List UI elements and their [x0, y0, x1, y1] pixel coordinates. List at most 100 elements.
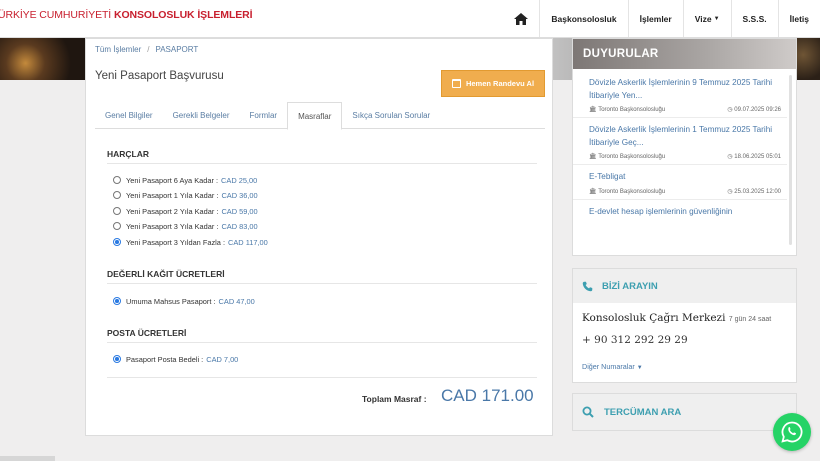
other-numbers-dropdown[interactable]: Diğer Numaralar ▼ [582, 362, 643, 371]
brand-title: KONSOLOSLUK İŞLEMLERİ [113, 9, 253, 21]
announcement-item[interactable]: Dövizle Askerlik İşlemlerinin 1 Temmuz 2… [573, 118, 787, 165]
fee-option-6-months[interactable]: Yeni Pasaport 6 Aya Kadar : CAD 25,00 [113, 174, 257, 186]
fee-option-2-years[interactable]: Yeni Pasaport 2 Yıla Kadar : CAD 59,00 [113, 205, 258, 217]
nav-islemler[interactable]: İşlemler [627, 0, 683, 37]
phone-icon [582, 281, 593, 291]
call-us-heading: BİZİ ARAYIN [573, 269, 796, 303]
announcement-date: 09.07.2025 09:26 [734, 107, 781, 113]
nav-label: İşlemler [639, 13, 672, 24]
announcement-title[interactable]: Dövizle Askerlik İşlemlerinin 1 Temmuz 2… [589, 124, 781, 149]
announcements-panel: DUYURULAR Dövizle Askerlik İşlemlerinin … [572, 38, 797, 256]
announcement-item[interactable]: Dövizle Askerlik İşlemlerinin 9 Temmuz 2… [573, 71, 787, 118]
whatsapp-button[interactable] [773, 413, 811, 451]
fee-price: CAD 83,00 [221, 221, 258, 231]
top-navbar: ÜRKİYE CUMHURİYETİ KONSOLOSLUK İŞLEMLERİ… [0, 0, 820, 38]
breadcrumb-separator: / [147, 45, 150, 54]
search-icon [582, 406, 594, 418]
fee-label: Yeni Pasaport 1 Yıla Kadar : [126, 190, 219, 200]
nav-vize-dropdown[interactable]: Vize ▼ [682, 0, 731, 37]
site-brand[interactable]: ÜRKİYE CUMHURİYETİ KONSOLOSLUK İŞLEMLERİ [0, 9, 253, 21]
fee-price: CAD 7,00 [206, 354, 239, 364]
whatsapp-icon [781, 421, 803, 443]
main-nav: Başkonsolosluk İşlemler Vize ▼ S.S.S. İle… [503, 0, 820, 37]
radio-button[interactable] [113, 207, 121, 215]
clock-icon: ◷ 25.03.2025 12:00 [727, 188, 781, 195]
bottom-tab-edge [0, 456, 55, 461]
announcement-title[interactable]: E-devlet hesap işlemlerinin güvenliğinin [589, 206, 781, 219]
tab-fees[interactable]: Masraflar [287, 102, 343, 130]
appointment-button-label: Hemen Randevu Al [465, 79, 535, 88]
announcement-source: Toronto Başkonsolosluğu [598, 188, 666, 195]
hero-image-left [0, 38, 85, 80]
nav-label: S.S.S. [742, 13, 767, 24]
breadcrumb-all-transactions[interactable]: Tüm İşlemler [95, 45, 141, 54]
announcement-source: Toronto Başkonsolosluğu [598, 154, 666, 160]
tab-general-info[interactable]: Genel Bilgiler [95, 102, 163, 129]
fee-price: CAD 117,00 [228, 237, 268, 247]
section-heading-postal-fees: POSTA ÜCRETLERİ [107, 328, 187, 338]
announcement-date: 25.03.2025 12:00 [734, 188, 781, 195]
find-translator-label: TERCÜMAN ARA [604, 406, 682, 418]
building-icon: 🏛 Toronto Başkonsolosluğu [589, 107, 666, 113]
announcement-date: 18.06.2025 05:01 [734, 154, 781, 160]
tab-bar: Genel Bilgiler Gerekli Belgeler Formlar … [95, 102, 545, 130]
announcement-item[interactable]: E-Tebligat 🏛 Toronto Başkonsolosluğu ◷ 2… [573, 165, 787, 200]
announcements-scrollbar[interactable] [789, 75, 792, 245]
fee-label: Pasaport Posta Bedeli : [126, 354, 204, 364]
total-fee-value: CAD 171.00 [441, 386, 534, 405]
announcement-source: Toronto Başkonsolosluğu [598, 107, 666, 113]
call-center-hours: 7 gün 24 saat [728, 316, 772, 323]
nav-home[interactable] [503, 0, 539, 37]
breadcrumb-passport[interactable]: PASAPORT [155, 45, 198, 54]
clock-icon: ◷ 09.07.2025 09:26 [727, 107, 781, 113]
total-fee-label: Toplam Masraf : [362, 394, 427, 404]
radio-button-selected[interactable] [113, 238, 121, 246]
building-icon: 🏛 Toronto Başkonsolosluğu [589, 188, 666, 195]
tab-forms[interactable]: Formlar [240, 102, 288, 129]
nav-sss[interactable]: S.S.S. [730, 0, 778, 37]
nav-label: Vize [694, 13, 712, 24]
announcements-heading: DUYURULAR [573, 39, 796, 69]
fee-option-general-passport[interactable]: Umuma Mahsus Pasaport : CAD 47,00 [113, 295, 255, 307]
page-title: Yeni Pasaport Başvurusu [95, 70, 224, 82]
other-numbers-label: Diğer Numaralar [582, 362, 635, 371]
fee-label: Yeni Pasaport 3 Yıla Kadar : [126, 221, 219, 231]
fee-label: Yeni Pasaport 3 Yıldan Fazla : [126, 237, 226, 247]
nav-label: İletiş [789, 13, 809, 24]
announcement-title[interactable]: Dövizle Askerlik İşlemlerinin 9 Temmuz 2… [589, 77, 781, 102]
tab-required-documents[interactable]: Gerekli Belgeler [163, 102, 240, 129]
radio-button[interactable] [113, 222, 121, 230]
fee-option-postal[interactable]: Pasaport Posta Bedeli : CAD 7,00 [113, 353, 238, 365]
section-divider [107, 283, 537, 284]
building-icon: 🏛 Toronto Başkonsolosluğu [589, 154, 666, 160]
radio-button[interactable] [113, 191, 121, 199]
tab-faq[interactable]: Sıkça Sorulan Sorular [342, 102, 440, 129]
appointment-button[interactable]: Hemen Randevu Al [441, 70, 545, 97]
call-center-phone[interactable]: + 90 312 292 29 29 [582, 334, 688, 346]
fee-label: Yeni Pasaport 2 Yıla Kadar : [126, 206, 219, 216]
section-divider [107, 163, 537, 164]
fee-price: CAD 47,00 [218, 296, 255, 306]
call-us-title: BİZİ ARAYIN [602, 280, 658, 292]
caret-down-icon: ▼ [713, 15, 720, 22]
breadcrumb: Tüm İşlemler / PASAPORT [95, 45, 198, 54]
clock-icon: ◷ 18.06.2025 05:01 [727, 154, 781, 160]
fee-option-over-3-years[interactable]: Yeni Pasaport 3 Yıldan Fazla : CAD 117,0… [113, 236, 268, 248]
fee-label: Yeni Pasaport 6 Aya Kadar : [126, 175, 219, 185]
announcement-meta: 🏛 Toronto Başkonsolosluğu ◷ 09.07.2025 0… [589, 106, 781, 113]
nav-baskonsolosluk[interactable]: Başkonsolosluk [539, 0, 627, 37]
radio-button-selected[interactable] [113, 355, 121, 363]
call-us-panel: BİZİ ARAYIN Konsolosluk Çağrı Merkezi 7 … [572, 268, 797, 383]
find-translator-button[interactable]: TERCÜMAN ARA [572, 393, 797, 431]
announcement-item[interactable]: E-devlet hesap işlemlerinin güvenliğinin [573, 200, 787, 223]
fee-price: CAD 59,00 [221, 206, 258, 216]
call-center-name: Konsolosluk Çağrı Merkezi 7 gün 24 saat [582, 312, 771, 324]
fee-option-1-year[interactable]: Yeni Pasaport 1 Yıla Kadar : CAD 36,00 [113, 189, 258, 201]
announcement-title[interactable]: E-Tebligat [589, 171, 781, 184]
radio-button[interactable] [113, 176, 121, 184]
section-divider [107, 377, 537, 378]
caret-down-icon: ▼ [636, 365, 643, 371]
radio-button-selected[interactable] [113, 297, 121, 305]
fee-option-3-years[interactable]: Yeni Pasaport 3 Yıla Kadar : CAD 83,00 [113, 220, 258, 232]
nav-iletisim[interactable]: İletiş [777, 0, 820, 37]
